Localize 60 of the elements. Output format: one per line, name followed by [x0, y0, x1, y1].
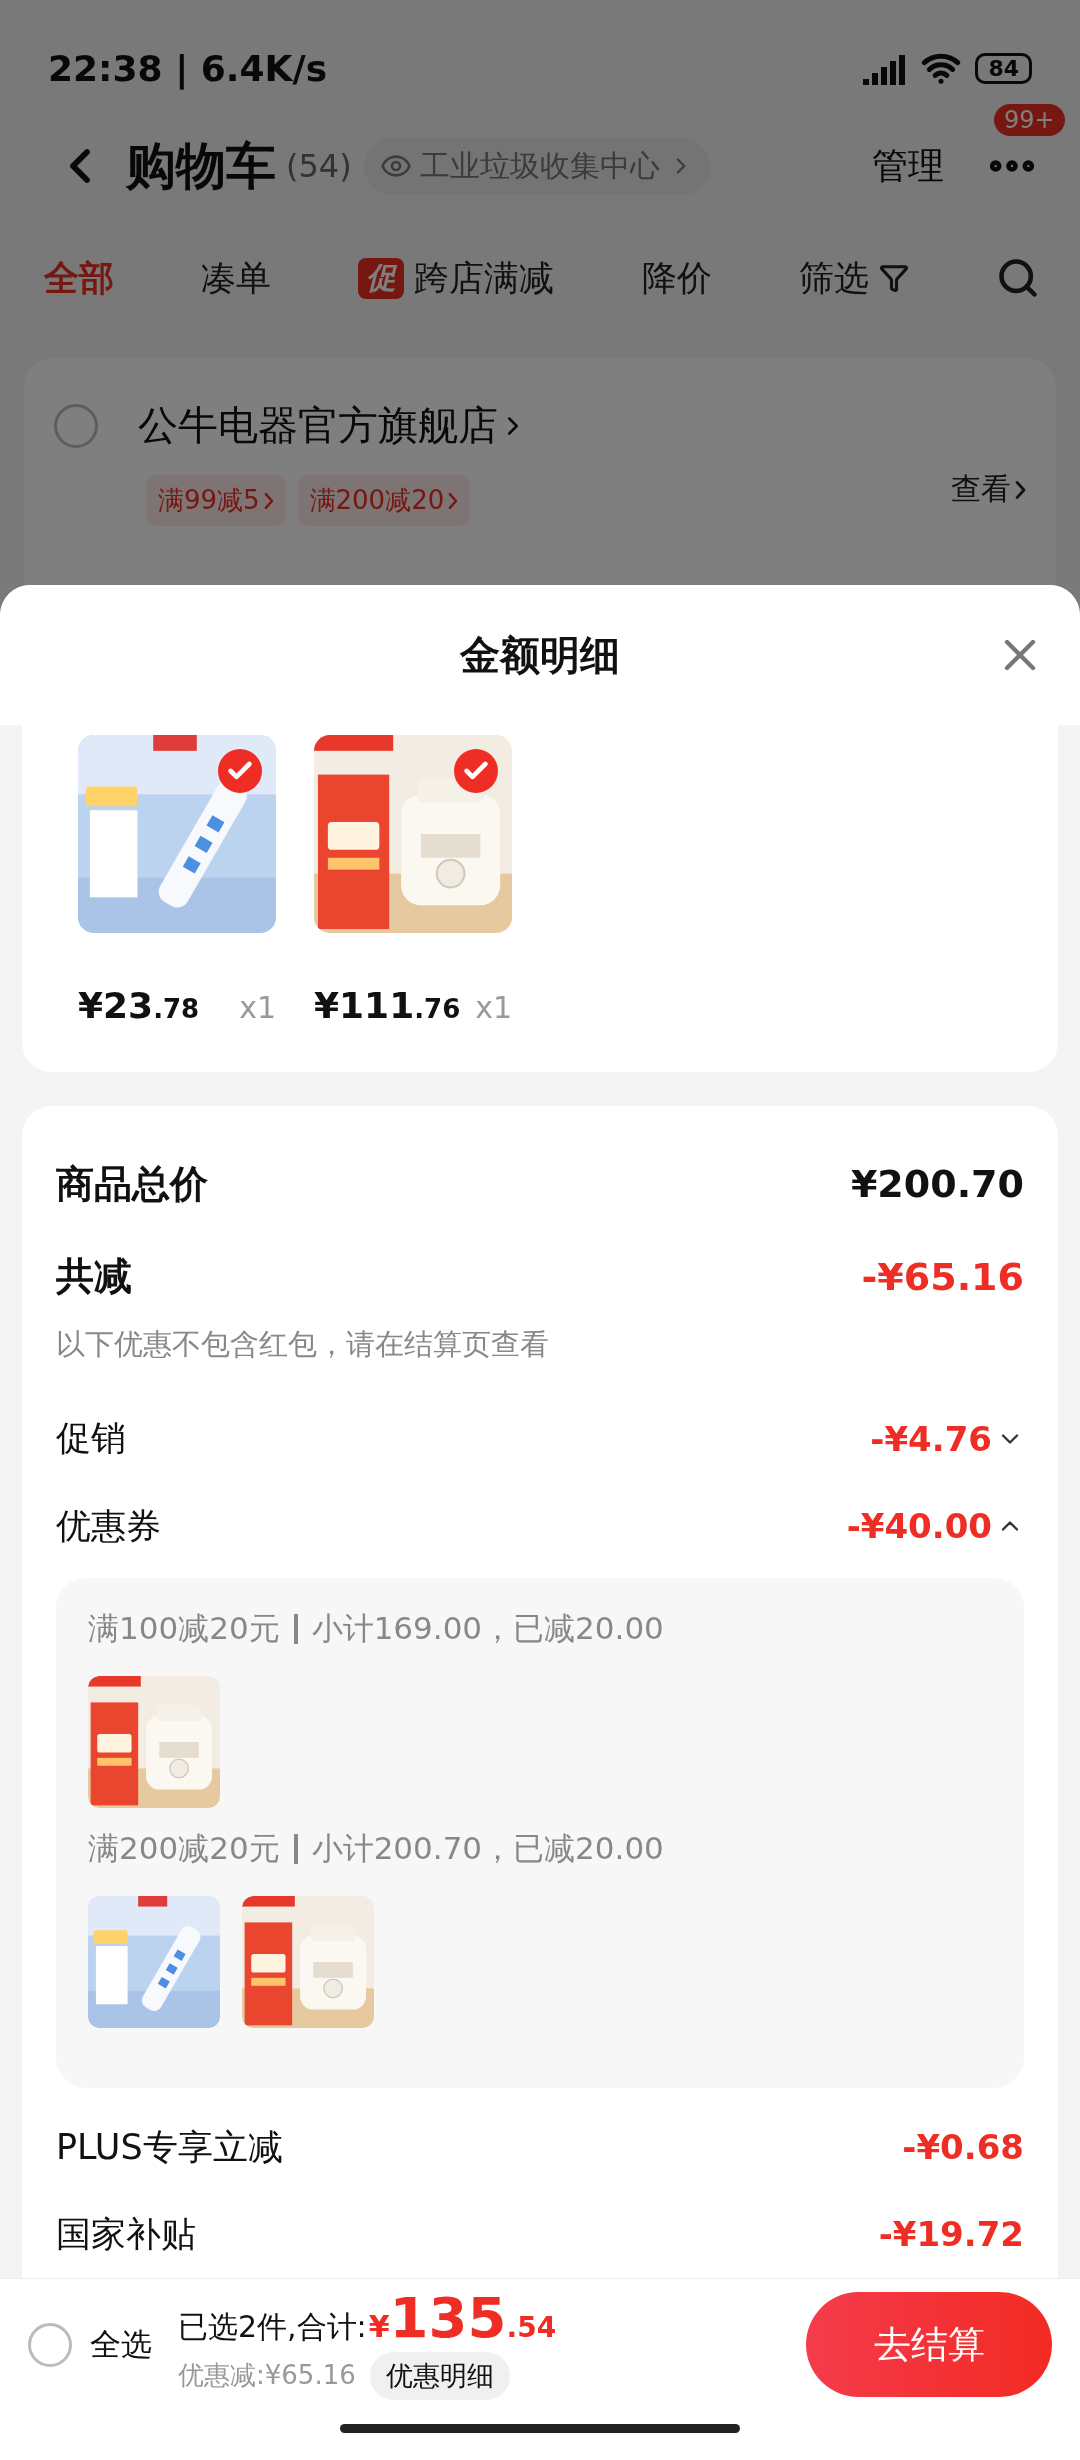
discount-line-label: 国家补贴 — [56, 2212, 196, 2256]
filter-tab[interactable]: 筛选 — [798, 254, 909, 302]
status-time: 22:38 | 6.4K/s — [48, 47, 328, 89]
total-amount: 135 — [389, 2289, 507, 2346]
promo-tag[interactable]: 满200减20 — [297, 475, 471, 526]
product-price: ¥111 — [314, 985, 415, 1026]
view-text: 查看 — [951, 470, 1011, 508]
location-pill[interactable]: 工业垃圾收集中心 — [363, 137, 710, 195]
item-count: (54) — [286, 147, 352, 185]
total-value: ¥200.70 — [850, 1162, 1024, 1207]
select-all-checkbox[interactable] — [28, 2322, 72, 2367]
discount-line-value[interactable]: -¥40.00 — [846, 1506, 1024, 1547]
price-cents: .76 — [414, 994, 461, 1024]
chevron-icon — [1015, 479, 1026, 500]
product-price: ¥23 — [78, 985, 154, 1026]
battery-indicator: 84 — [975, 52, 1032, 84]
quantity: x1 — [239, 990, 276, 1025]
currency-sign: ¥ — [368, 2308, 390, 2344]
select-all-label[interactable]: 全选 — [90, 2323, 152, 2366]
coupon-detail: 小计200.70，已减20.00 — [311, 1828, 664, 1868]
filter-tab[interactable]: 促 跨店满减 — [358, 254, 555, 302]
view-link[interactable]: 查看 — [951, 469, 1026, 510]
amount-cents: .54 — [506, 2310, 557, 2344]
manage-link[interactable]: 管理 — [872, 141, 944, 191]
store-name[interactable]: 公牛电器官方旗舰店 — [138, 398, 498, 453]
promo-tag[interactable]: 满99减5 — [146, 475, 286, 526]
discount-line-label: 优惠券 — [56, 1504, 161, 1548]
coupon-detail: 小计169.00，已减20.00 — [311, 1608, 664, 1648]
filter-tab[interactable]: 降价 — [641, 254, 712, 302]
filter-tab[interactable]: 全部 — [44, 254, 114, 302]
quantity: x1 — [475, 990, 512, 1025]
discount-line-value: -¥19.72 — [878, 2214, 1024, 2255]
tab-label: 跨店满减 — [414, 256, 555, 300]
store-checkbox[interactable] — [54, 403, 98, 448]
filter-tab[interactable]: 凑单 — [201, 254, 272, 302]
total-label: 商品总价 — [56, 1160, 208, 1208]
coupon-title: 满200减20元 — [88, 1828, 280, 1868]
saved-amount: 优惠减:¥65.16 — [178, 2359, 356, 2392]
chevron-icon — [448, 491, 459, 510]
coupon-title: 满100减20元 — [88, 1608, 280, 1648]
discount-note: 以下优惠不包含红包，请在结算页查看 — [56, 1326, 550, 1364]
promo-badge: 促 — [358, 257, 405, 299]
tag-text: 满200减20 — [309, 484, 445, 517]
chevron-icon — [263, 491, 274, 510]
discount-line-value[interactable]: -¥4.76 — [870, 1418, 1024, 1459]
discount-value: -¥65.16 — [861, 1254, 1024, 1299]
discount-label: 共减 — [56, 1253, 132, 1301]
message-badge: 99+ — [994, 104, 1065, 136]
discount-line-value: -¥0.68 — [902, 2127, 1024, 2168]
discount-detail-button[interactable]: 优惠明细 — [369, 2351, 510, 2400]
sheet-title: 金额明细 — [460, 630, 620, 680]
filter-icon — [878, 263, 909, 293]
checkout-button[interactable]: 去结算 — [806, 2292, 1052, 2397]
discount-line-label: 促销 — [56, 1417, 126, 1461]
price-cents: .78 — [153, 994, 200, 1024]
tag-text: 满99减5 — [158, 484, 260, 517]
page-title: 购物车 — [126, 135, 276, 197]
discount-line-label: PLUS专享立减 — [56, 2125, 283, 2169]
location-text: 工业垃圾收集中心 — [419, 146, 660, 185]
selected-summary: 已选2件,合计: — [178, 2307, 367, 2346]
